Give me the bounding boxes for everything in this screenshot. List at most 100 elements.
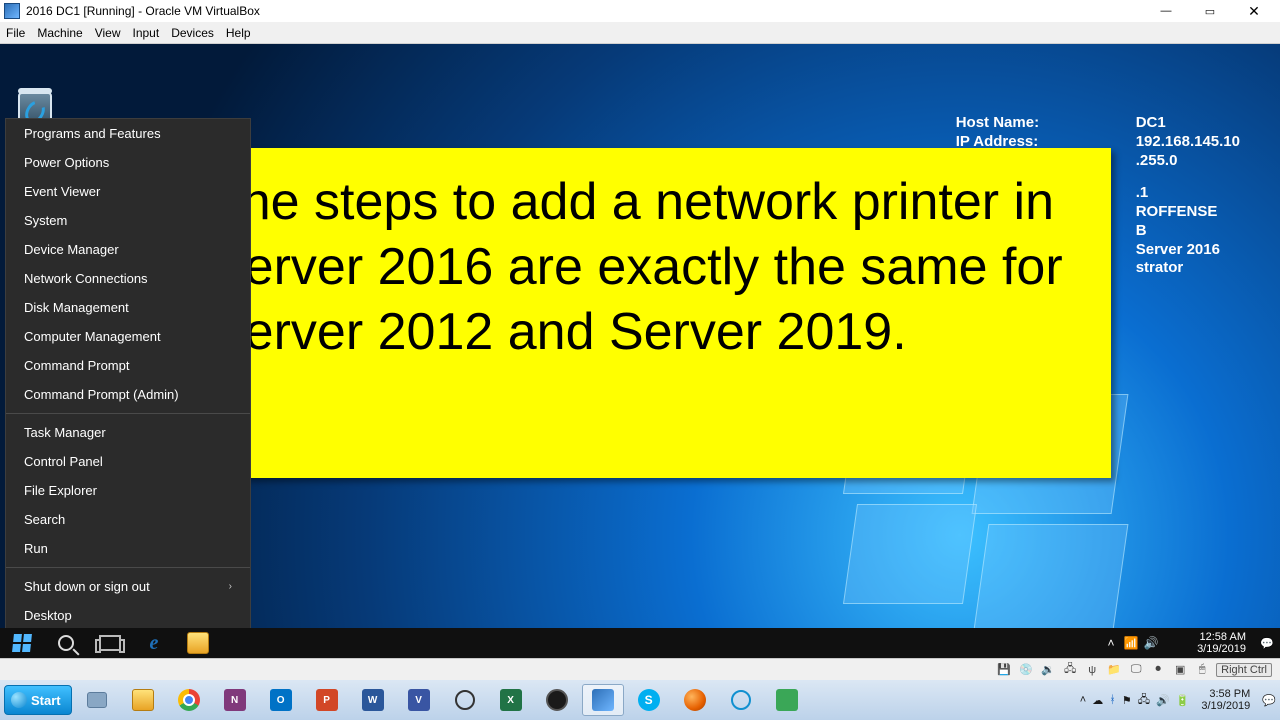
menu-file[interactable]: File [6,26,25,40]
winx-command-prompt-admin[interactable]: Command Prompt (Admin) [6,380,250,409]
label-hostname: Host Name: [956,114,1136,133]
menu-view[interactable]: View [95,26,121,40]
vb-status-bar: 💾 💿 🔉 🖧 ψ 📁 🖵 ⏺ ▣ 🖱 Right Ctrl [0,658,1280,680]
winx-network-connections[interactable]: Network Connections [6,264,250,293]
task-view-button[interactable] [88,628,132,658]
vb-window-title: 2016 DC1 [Running] - Oracle VM VirtualBo… [26,4,1144,18]
value-hostname: DC1 [1136,114,1166,133]
host-tray-volume-icon[interactable]: 🔊 [1156,694,1170,707]
host-clock-time: 3:58 PM [1201,688,1250,700]
host-excel-icon[interactable]: X [490,684,532,716]
guest-clock[interactable]: 12:58 AM 3/19/2019 [1189,631,1254,655]
host-clock[interactable]: 3:58 PM 3/19/2019 [1195,688,1256,712]
host-show-desktop-icon[interactable] [76,684,118,716]
winx-control-panel[interactable]: Control Panel [6,447,250,476]
host-app-circle-icon[interactable] [444,684,486,716]
host-tray: ˄ ☁ ᚼ ⚑ 🖧 🔊 🔋 3:58 PM 3/19/2019 💬 [1080,688,1276,712]
value-os-partial: Server 2016 [1136,241,1220,260]
host-taskbar: Start N O P W V X S ˄ ☁ ᚼ ⚑ 🖧 🔊 🔋 3:58 P… [0,680,1280,720]
host-tray-network-icon[interactable]: 🖧 [1138,691,1150,710]
winx-shutdown-signout[interactable]: Shut down or sign out› [6,572,250,601]
winx-task-manager[interactable]: Task Manager [6,418,250,447]
action-center-icon[interactable]: 💬 [1254,628,1280,658]
host-tray-chevron-up-icon[interactable]: ˄ [1080,694,1086,706]
start-orb-icon [11,692,27,708]
vb-network-icon[interactable]: 🖧 [1062,663,1078,677]
host-virtualbox-icon[interactable] [582,684,624,716]
winx-disk-management[interactable]: Disk Management [6,293,250,322]
winx-desktop[interactable]: Desktop [6,601,250,630]
host-obs-icon[interactable] [536,684,578,716]
winx-event-viewer[interactable]: Event Viewer [6,177,250,206]
annotation-note: The steps to add a network printer in Se… [176,148,1111,478]
host-word-icon[interactable]: W [352,684,394,716]
winx-power-options[interactable]: Power Options [6,148,250,177]
vb-audio-icon[interactable]: 🔉 [1040,663,1056,677]
host-media-icon[interactable] [720,684,762,716]
menu-machine[interactable]: Machine [37,26,82,40]
host-skype-icon[interactable]: S [628,684,670,716]
taskbar-ie-icon[interactable]: e [132,628,176,658]
value-mask-partial: .255.0 [1136,152,1178,171]
value-domain-partial: ROFFENSE [1136,203,1218,222]
vb-display-icon[interactable]: 🖵 [1128,663,1144,677]
taskbar-explorer-icon[interactable] [176,628,220,658]
value-gw-partial: .1 [1136,184,1149,203]
search-button[interactable] [44,628,88,658]
winx-search[interactable]: Search [6,505,250,534]
guest-clock-time: 12:58 AM [1197,631,1246,643]
winx-programs-and-features[interactable]: Programs and Features [6,119,250,148]
host-tray-bluetooth-icon[interactable]: ᚼ [1109,694,1116,706]
host-outlook-icon[interactable]: O [260,684,302,716]
host-powerpoint-icon[interactable]: P [306,684,348,716]
tray-chevron-up-icon[interactable]: ˄ [1102,636,1120,650]
winx-file-explorer[interactable]: File Explorer [6,476,250,505]
vb-recording-icon[interactable]: ⏺ [1150,663,1166,677]
vb-usb-icon[interactable]: ψ [1084,663,1100,677]
host-onenote-icon[interactable]: N [214,684,256,716]
host-start-label: Start [31,693,61,708]
maximize-button[interactable]: ▭ [1188,0,1232,22]
host-firefox-icon[interactable] [674,684,716,716]
vb-mouse-integration-icon[interactable]: 🖱 [1194,663,1210,677]
host-visio-icon[interactable]: V [398,684,440,716]
vb-optical-icon[interactable]: 💿 [1018,663,1034,677]
tray-network-icon[interactable]: 📶 [1122,636,1140,650]
menu-devices[interactable]: Devices [171,26,214,40]
minimize-button[interactable]: — [1144,0,1188,22]
virtualbox-window: 2016 DC1 [Running] - Oracle VM VirtualBo… [0,0,1280,680]
host-chrome-icon[interactable] [168,684,210,716]
winx-system[interactable]: System [6,206,250,235]
host-tray-security-icon[interactable]: ⚑ [1122,694,1132,707]
guest-desktop[interactable]: Host Name:DC1 IP Address:192.168.145.10 … [0,44,1280,658]
start-button[interactable] [0,628,44,658]
vb-menubar: File Machine View Input Devices Help [0,22,1280,44]
vb-host-key-indicator: Right Ctrl [1216,663,1272,677]
host-tray-battery-icon[interactable]: 🔋 [1176,694,1190,707]
value-user-partial: strator [1136,259,1184,278]
winx-device-manager[interactable]: Device Manager [6,235,250,264]
winx-run[interactable]: Run [6,534,250,563]
value-ip: 192.168.145.10 [1136,133,1240,152]
host-explorer-icon[interactable] [122,684,164,716]
winx-command-prompt[interactable]: Command Prompt [6,351,250,380]
host-tray-onedrive-icon[interactable]: ☁ [1092,694,1103,707]
vb-shared-folders-icon[interactable]: 📁 [1106,663,1122,677]
menu-help[interactable]: Help [226,26,251,40]
winx-menu: Programs and Features Power Options Even… [6,119,250,630]
guest-taskbar: e 12:58 AM 3/19/2019 💬 ˄ 📶 🔊 [0,628,1280,658]
tray-volume-icon[interactable]: 🔊 [1142,636,1160,650]
vb-hd-icon[interactable]: 💾 [996,663,1012,677]
host-clock-date: 3/19/2019 [1201,700,1250,712]
close-button[interactable]: ✕ [1232,0,1276,22]
menu-input[interactable]: Input [133,26,160,40]
virtualbox-icon [4,3,20,19]
guest-clock-date: 3/19/2019 [1197,643,1246,655]
vb-cpu-icon[interactable]: ▣ [1172,663,1188,677]
value-ram-partial: B [1136,222,1147,241]
host-green-app-icon[interactable] [766,684,808,716]
chevron-right-icon: › [229,581,232,592]
host-action-center-icon[interactable]: 💬 [1262,694,1276,707]
winx-computer-management[interactable]: Computer Management [6,322,250,351]
host-start-button[interactable]: Start [4,685,72,715]
